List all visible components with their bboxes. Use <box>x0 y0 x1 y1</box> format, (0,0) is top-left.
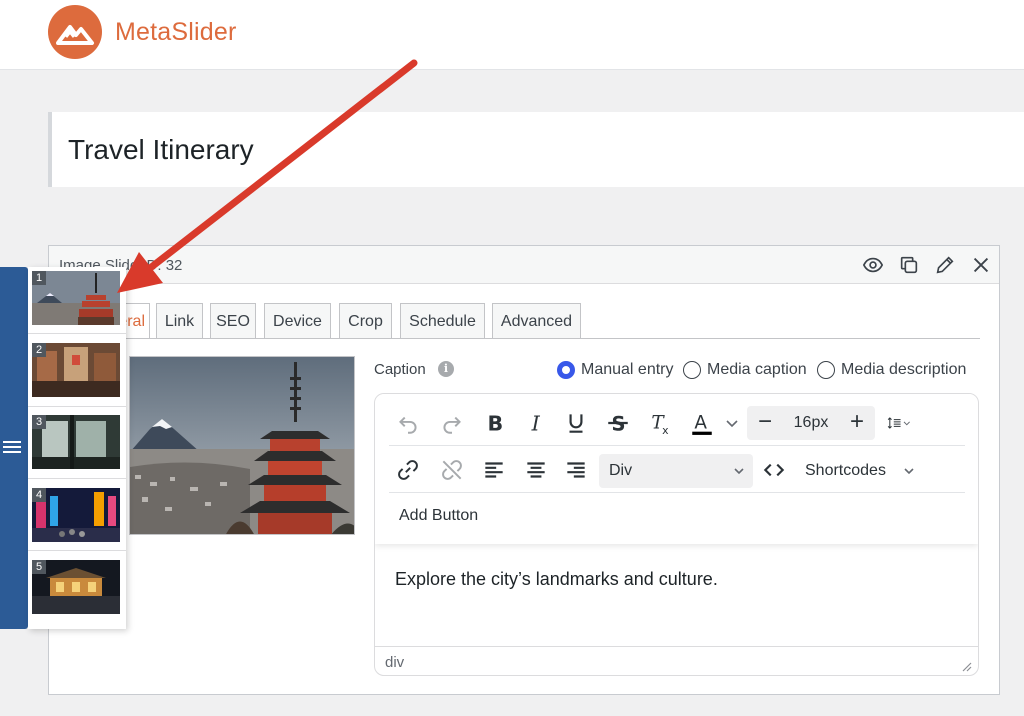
top-bar: MetaSlider <box>0 0 1024 70</box>
brand-name: MetaSlider <box>115 18 237 46</box>
tab-crop[interactable]: Crop <box>339 303 392 338</box>
radio-media-description-label: Media description <box>841 361 967 378</box>
align-right-icon[interactable] <box>563 457 589 483</box>
thumbnail-divider <box>28 333 126 334</box>
text-color-chevron-down-icon[interactable] <box>719 410 738 436</box>
font-size-increase-button[interactable]: + <box>843 408 871 438</box>
thumbnail-number: 4 <box>32 488 46 502</box>
tab-device[interactable]: Device <box>264 303 331 338</box>
close-icon[interactable] <box>970 254 992 276</box>
resize-handle-icon[interactable] <box>960 660 972 672</box>
source-code-icon[interactable] <box>761 457 787 483</box>
svg-text:S: S <box>612 413 626 436</box>
font-size-value[interactable]: 16px <box>787 414 835 432</box>
slide-panel: Image Slide ID: 32 General Link SEO Devi… <box>48 245 1000 695</box>
slides-sidebar-toggle[interactable] <box>0 267 28 629</box>
text-color-icon[interactable]: A <box>689 410 715 436</box>
radio-media-description[interactable]: Media description <box>817 359 973 381</box>
chevron-down-icon <box>904 468 914 475</box>
tab-seo[interactable]: SEO <box>210 303 256 338</box>
thumbnail-number: 1 <box>32 271 46 285</box>
editor-statusbar: div <box>375 646 978 675</box>
slide-header: Image Slide ID: 32 <box>49 246 999 284</box>
add-button[interactable]: Add Button <box>399 507 478 525</box>
thumbnail-divider <box>28 550 126 551</box>
tab-advanced[interactable]: Advanced <box>492 303 581 338</box>
clear-formatting-icon[interactable]: Tx <box>647 410 673 436</box>
thumbnail-number: 3 <box>32 415 46 429</box>
radio-media-caption-label: Media caption <box>707 361 807 378</box>
caption-editor: B I S Tx A − 16px + Div Shortcodes Add B… <box>374 393 979 676</box>
radio-manual-entry-label: Manual entry <box>581 361 674 378</box>
editor-toolbar: B I S Tx A − 16px + Div Shortcodes Add B… <box>375 394 978 544</box>
toolbar-row-3: Add Button <box>389 494 965 540</box>
italic-icon[interactable]: I <box>523 410 549 436</box>
slide-thumbnail-5[interactable]: 5 <box>32 560 120 614</box>
radio-unselected-icon <box>683 361 701 379</box>
svg-text:A: A <box>694 412 707 433</box>
tab-general[interactable]: General <box>88 303 150 339</box>
align-center-icon[interactable] <box>523 457 549 483</box>
chevron-down-icon <box>734 468 744 475</box>
slide-thumbnail-4[interactable]: 4 <box>32 488 120 542</box>
block-format-value: Div <box>609 462 633 479</box>
caption-label: Caption <box>374 361 426 378</box>
tabs-divider <box>124 338 980 339</box>
svg-text:B: B <box>488 412 504 436</box>
radio-unselected-icon <box>817 361 835 379</box>
slide-thumbnail-2[interactable]: 2 <box>32 343 120 397</box>
strikethrough-icon[interactable]: S <box>605 410 631 436</box>
undo-icon[interactable] <box>395 410 421 436</box>
svg-text:I: I <box>531 412 541 436</box>
caption-content[interactable]: Explore the city’s landmarks and culture… <box>395 569 718 590</box>
hamburger-menu-icon <box>3 441 21 453</box>
slide-thumbnail-3[interactable]: 3 <box>32 415 120 469</box>
toolbar-row-1: B I S Tx A − 16px + <box>389 400 965 446</box>
radio-manual-entry[interactable]: Manual entry <box>557 359 677 381</box>
thumbnail-divider <box>28 478 126 479</box>
slide-thumbnail-1[interactable]: 1 <box>32 271 120 325</box>
radio-media-caption[interactable]: Media caption <box>683 359 811 381</box>
block-format-select[interactable]: Div <box>599 454 753 488</box>
shortcodes-dropdown[interactable]: Shortcodes <box>805 454 925 488</box>
metaslider-logo-icon <box>48 5 102 59</box>
slides-thumbnails-panel: 1 2 3 4 5 <box>28 267 126 629</box>
info-icon[interactable]: i <box>438 361 454 377</box>
radio-selected-icon <box>557 361 575 379</box>
thumbnail-divider <box>28 406 126 407</box>
element-path[interactable]: div <box>385 654 404 671</box>
underline-icon[interactable] <box>563 410 589 436</box>
unlink-icon[interactable] <box>439 457 465 483</box>
tab-schedule[interactable]: Schedule <box>400 303 485 338</box>
slideshow-title-box[interactable]: Travel Itinerary <box>48 112 1024 187</box>
shortcodes-label: Shortcodes <box>805 462 886 479</box>
font-size-decrease-button[interactable]: − <box>751 408 779 438</box>
thumbnail-number: 2 <box>32 343 46 357</box>
thumbnail-number: 5 <box>32 560 46 574</box>
svg-text:x: x <box>662 424 669 436</box>
slide-image[interactable] <box>129 356 355 535</box>
line-height-icon[interactable] <box>887 410 933 436</box>
bold-icon[interactable]: B <box>481 410 507 436</box>
pencil-icon[interactable] <box>934 254 956 276</box>
align-left-icon[interactable] <box>481 457 507 483</box>
link-icon[interactable] <box>395 457 421 483</box>
redo-icon[interactable] <box>439 410 465 436</box>
tab-link[interactable]: Link <box>156 303 203 338</box>
page-title: Travel Itinerary <box>68 134 254 165</box>
toolbar-row-2: Div Shortcodes <box>389 447 965 493</box>
font-size-stepper: − 16px + <box>747 406 875 440</box>
duplicate-icon[interactable] <box>898 254 920 276</box>
eye-icon[interactable] <box>862 254 884 276</box>
